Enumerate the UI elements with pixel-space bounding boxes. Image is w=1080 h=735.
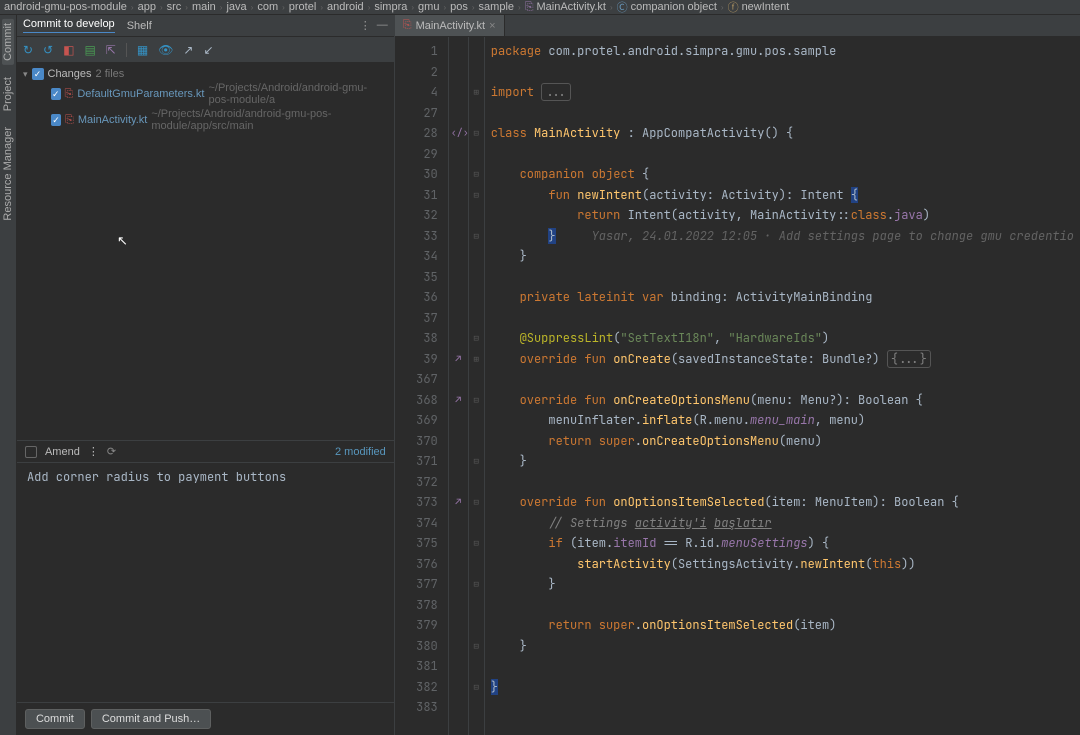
tab-commit-to-develop[interactable]: Commit to develop [23,18,115,33]
history-icon[interactable]: ⟳ [107,445,116,458]
chevron-down-icon[interactable]: ▾ [23,69,28,80]
file-row-1[interactable]: ✓ ⎘ MainActivity.kt ~/Projects/Android/a… [21,107,390,133]
left-tool-rail: Commit Project Resource Manager [0,15,17,735]
refresh-icon[interactable]: ↻ [23,43,33,57]
group-icon[interactable]: ▦ [137,43,148,57]
expand-icon[interactable]: ↗ [183,43,193,57]
crumb-0[interactable]: android-gmu-pos-module [4,1,127,13]
editor-tab-mainactivity[interactable]: ⎘ MainActivity.kt × [395,15,505,36]
crumb-file[interactable]: ⎘MainActivity.kt [525,1,606,14]
tab-label: MainActivity.kt [416,20,485,32]
view-icon[interactable]: 👁 [158,43,173,57]
crumb-method[interactable]: ⓕnewIntent [728,0,790,15]
crumb-4[interactable]: java [226,1,246,13]
commit-meta-row: Amend ⋮ ⟳ 2 modified [17,440,394,462]
mouse-cursor-icon: ↖ [117,233,128,249]
changes-tree: ▾ ✓ Changes 2 files ✓ ⎘ DefaultGmuParame… [17,63,394,440]
close-icon[interactable]: × [489,20,495,32]
shelve-icon[interactable]: ⇱ [106,43,116,57]
changes-node[interactable]: ▾ ✓ Changes 2 files [21,67,390,81]
code-content[interactable]: package com.protel.android.simpra.gmu.po… [485,37,1080,735]
crumb-11[interactable]: sample [479,1,514,13]
crumb-class[interactable]: Ⓒcompanion object [617,0,717,15]
rail-project[interactable]: Project [2,73,14,115]
file-path: ~/Projects/Android/android-gmu-pos-modul… [151,108,387,132]
crumb-8[interactable]: simpra [374,1,407,13]
changes-label: Changes [48,68,92,80]
editor-area: ⎘ MainActivity.kt × 12427282930313233343… [395,15,1080,735]
file-checkbox[interactable]: ✓ [51,88,61,100]
changes-count: 2 files [96,68,125,80]
file-checkbox[interactable]: ✓ [51,114,61,126]
file-name: DefaultGmuParameters.kt [77,88,204,100]
crumb-2[interactable]: src [167,1,182,13]
commit-panel-header: Commit to develop Shelf ⋮ — [17,15,394,37]
diff-icon[interactable]: ◧ [63,43,74,57]
rail-resource-manager[interactable]: Resource Manager [2,123,14,225]
tab-shelf[interactable]: Shelf [127,20,152,32]
line-number-gutter: 1242728293031323334353637383936736836937… [395,37,449,735]
commit-toolbar: ↻ ↺ ◧ ▤ ⇱ ▦ 👁 ↗ ↙ [17,37,394,63]
amend-checkbox[interactable] [25,446,37,458]
changelist-icon[interactable]: ▤ [84,43,95,57]
commit-panel: Commit to develop Shelf ⋮ — ↻ ↺ ◧ ▤ ⇱ ▦ … [17,15,395,735]
commit-and-push-button[interactable]: Commit and Push… [91,709,211,729]
collapse-icon[interactable]: ↙ [203,43,213,57]
file-name: MainActivity.kt [78,114,147,126]
crumb-5[interactable]: com [257,1,278,13]
rollback-icon[interactable]: ↺ [43,43,53,57]
crumb-6[interactable]: protel [289,1,317,13]
kotlin-file-icon: ⎘ [403,19,412,32]
editor-tabs: ⎘ MainActivity.kt × [395,15,1080,37]
modified-count: 2 modified [335,446,386,458]
commit-message-input[interactable]: Add corner radius to payment buttons [17,462,394,702]
amend-label: Amend [45,446,80,458]
fold-gutter: ⊞⊟⊟⊟⊟⊟⊞⊟⊟⊟⊟⊟⊟⊟ [469,37,485,735]
breadcrumb: android-gmu-pos-module› app› src› main› … [0,0,1080,15]
code-area[interactable]: 1242728293031323334353637383936736836937… [395,37,1080,735]
crumb-9[interactable]: gmu [418,1,439,13]
changes-checkbox[interactable]: ✓ [32,68,44,80]
more-icon[interactable]: ⋮ [88,445,99,458]
crumb-10[interactable]: pos [450,1,468,13]
commit-buttons: Commit Commit and Push… [17,702,394,735]
crumb-1[interactable]: app [138,1,156,13]
crumb-7[interactable]: android [327,1,364,13]
file-path: ~/Projects/Android/android-gmu-pos-modul… [208,82,387,106]
crumb-3[interactable]: main [192,1,216,13]
commit-button[interactable]: Commit [25,709,85,729]
gutter-icons: ‹/›↗↗↗ [449,37,469,735]
file-row-0[interactable]: ✓ ⎘ DefaultGmuParameters.kt ~/Projects/A… [21,81,390,107]
more-icon[interactable]: ⋮ [360,19,371,32]
kotlin-file-icon: ⎘ [65,88,74,101]
rail-commit[interactable]: Commit [2,19,14,65]
minimize-icon[interactable]: — [377,19,388,32]
kotlin-file-icon: ⎘ [65,114,74,127]
